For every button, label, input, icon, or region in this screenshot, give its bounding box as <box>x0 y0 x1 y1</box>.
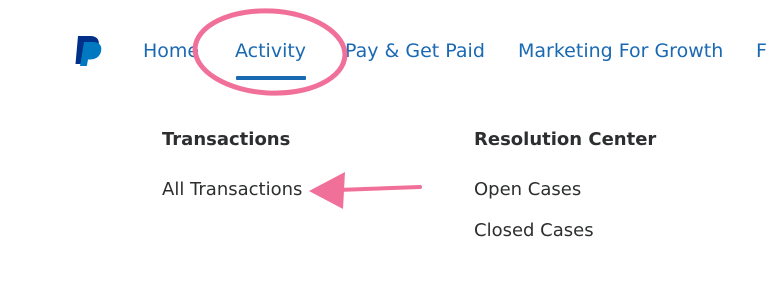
page: Home Activity Pay & Get Paid Marketing F… <box>0 0 768 290</box>
nav-marketing-link[interactable]: Marketing For Growth <box>518 38 723 64</box>
transactions-heading: Transactions <box>162 129 291 150</box>
all-transactions-link[interactable]: All Transactions <box>162 178 302 202</box>
open-cases-link[interactable]: Open Cases <box>474 178 581 202</box>
nav-home-link[interactable]: Home <box>143 38 199 64</box>
active-tab-indicator <box>236 76 306 80</box>
nav-more-link[interactable]: F <box>756 38 767 64</box>
arrow-head-icon <box>309 172 345 209</box>
top-nav: Home Activity Pay & Get Paid Marketing F… <box>0 38 768 64</box>
resolution-center-heading: Resolution Center <box>474 129 657 150</box>
arrow-shaft <box>336 185 422 192</box>
nav-activity-link[interactable]: Activity <box>235 38 306 64</box>
closed-cases-link[interactable]: Closed Cases <box>474 219 594 243</box>
nav-pay-get-paid-link[interactable]: Pay & Get Paid <box>345 38 485 64</box>
